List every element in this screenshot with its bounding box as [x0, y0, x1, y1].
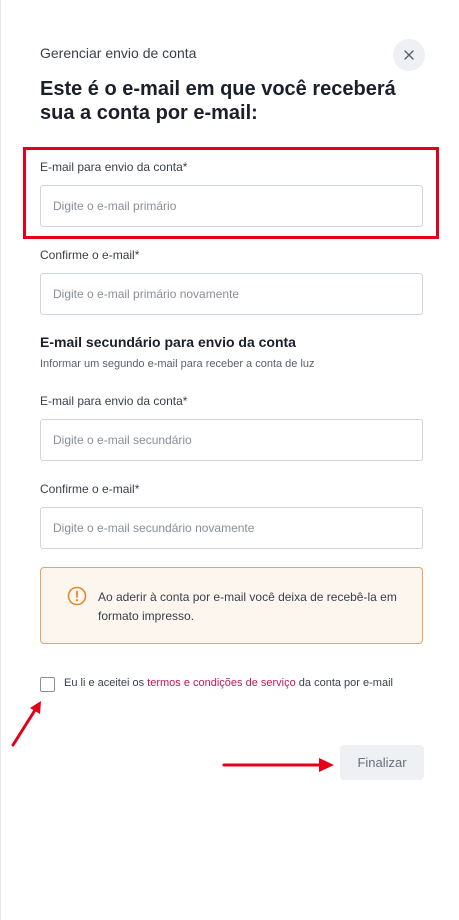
- warning-text: Ao aderir à conta por e-mail você deixa …: [98, 590, 397, 623]
- primary-confirm-input[interactable]: [40, 273, 423, 315]
- terms-prefix: Eu li e aceitei os: [64, 677, 148, 689]
- close-icon: [404, 50, 414, 60]
- terms-text: Eu li e aceitei os termos e condições de…: [64, 677, 419, 690]
- page-title: Este é o e-mail em que você receberá sua…: [40, 78, 396, 124]
- secondary-confirm-label: Confirme o e-mail*: [40, 482, 140, 496]
- paper-bill-warning: Ao aderir à conta por e-mail você deixa …: [40, 567, 423, 644]
- primary-email-input[interactable]: [40, 185, 423, 227]
- terms-checkbox[interactable]: [40, 677, 55, 692]
- secondary-section-title: E-mail secundário para envio da conta: [40, 334, 296, 350]
- annotation-arrow-checkbox: [11, 701, 41, 747]
- finish-button[interactable]: Finalizar: [340, 745, 424, 780]
- close-button[interactable]: [393, 39, 425, 71]
- primary-confirm-label: Confirme o e-mail*: [40, 248, 140, 262]
- email-delivery-panel: Gerenciar envio de conta Este é o e-mail…: [0, 0, 459, 920]
- secondary-confirm-input[interactable]: [40, 507, 423, 549]
- secondary-email-input[interactable]: [40, 419, 423, 461]
- terms-link[interactable]: termos e condições de serviço: [147, 677, 296, 689]
- terms-suffix: da conta por e-mail: [295, 677, 393, 689]
- secondary-email-label: E-mail para envio da conta*: [40, 394, 188, 408]
- primary-email-label: E-mail para envio da conta*: [40, 160, 188, 174]
- panel-subtitle: Gerenciar envio de conta: [40, 45, 197, 61]
- alert-circle-icon: [67, 586, 87, 606]
- secondary-section-description: Informar um segundo e-mail para receber …: [40, 358, 315, 370]
- annotation-arrow-finish: [222, 758, 334, 772]
